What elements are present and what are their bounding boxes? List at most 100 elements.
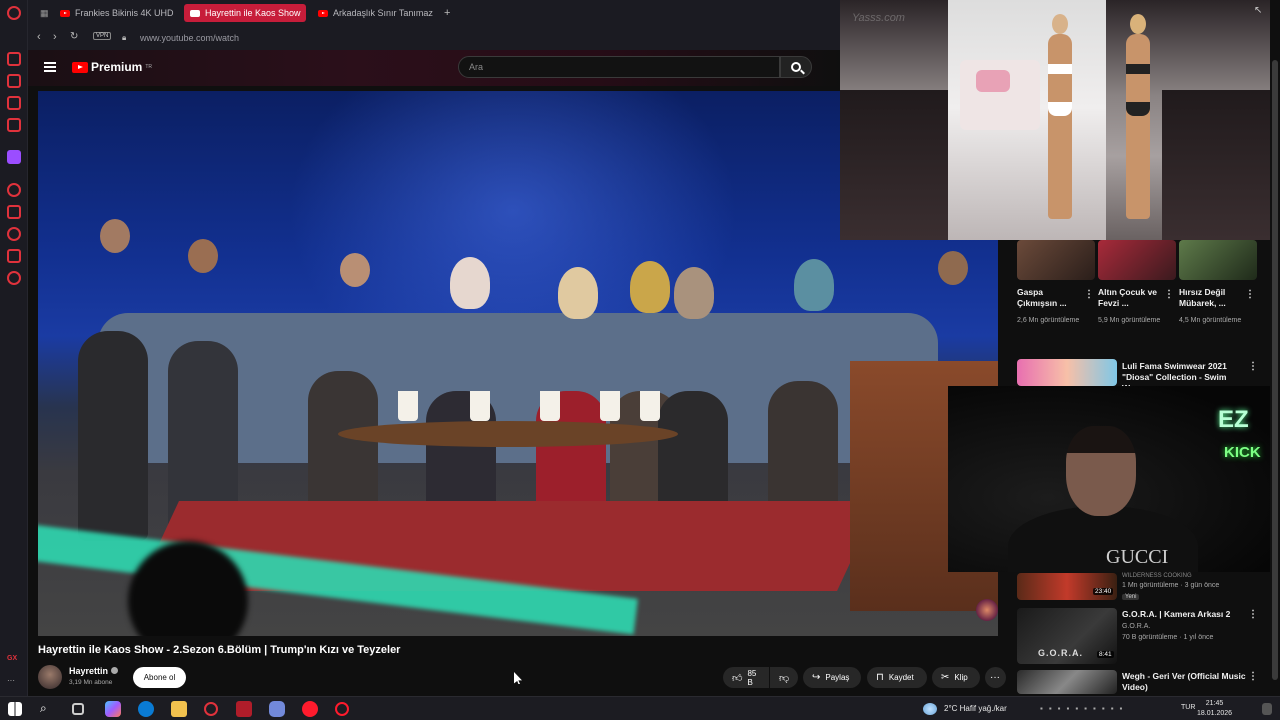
rec-thumb[interactable]: [1179, 240, 1257, 280]
video-table: [338, 421, 678, 447]
scrollbar-thumb[interactable]: [1272, 60, 1278, 680]
sidebar-ai-icon[interactable]: [7, 52, 21, 66]
sidebar-settings-icon[interactable]: [7, 271, 21, 285]
model-head: [1052, 14, 1068, 34]
sidebar-history-icon[interactable]: [7, 118, 21, 132]
rec-thumb[interactable]: [1098, 240, 1176, 280]
more-icon[interactable]: ⋮: [1245, 289, 1255, 300]
save-label: Kaydet: [888, 673, 914, 682]
sidebar-bookmarks-icon[interactable]: [7, 74, 21, 88]
rec-thumb[interactable]: [1017, 573, 1117, 600]
rec-title[interactable]: G.O.R.A. | Kamera Arkası 2: [1122, 609, 1252, 620]
task-view-icon[interactable]: [72, 703, 84, 715]
channel-name-text[interactable]: Hayrettin: [69, 666, 108, 676]
weather-text[interactable]: 2°C Hafif yağ./kar: [944, 704, 1007, 713]
copilot-icon[interactable]: [105, 701, 121, 717]
sidebar-clock-icon[interactable]: [7, 227, 21, 241]
tray-icons[interactable]: ▪▪▪▪▪▪▪▪▪▪: [1040, 704, 1128, 713]
vpn-badge[interactable]: VPN: [93, 32, 112, 40]
opera-gx-active-icon[interactable]: [335, 702, 349, 716]
rec-thumb[interactable]: [1017, 359, 1117, 386]
overlay-close-icon[interactable]: ↖: [1254, 5, 1262, 16]
tab-frankies[interactable]: Frankies Bikinis 4K UHD S: [54, 4, 176, 22]
shirt-logo: GUCCI: [1106, 546, 1169, 568]
tab-hayrettin[interactable]: Hayrettin ile Kaos Show: [184, 4, 306, 22]
clip-button[interactable]: ✂ Klip: [932, 667, 980, 688]
lock-icon[interactable]: 🔒︎: [122, 33, 126, 43]
reload-icon[interactable]: ↻: [70, 31, 78, 42]
menu-icon[interactable]: [44, 62, 56, 72]
thumbs-down-icon: 👎︎: [779, 672, 790, 684]
logo-region: TR: [145, 64, 153, 70]
file-explorer-icon[interactable]: [171, 701, 187, 717]
dislike-button[interactable]: 👎︎: [770, 667, 798, 688]
search-button[interactable]: [780, 56, 812, 78]
scissors-icon: ✂: [941, 672, 950, 683]
opera-logo-icon[interactable]: [7, 6, 21, 20]
model-bottom: [1126, 102, 1150, 116]
model-top: [1126, 64, 1150, 74]
runway-watermark: Yasss.com: [852, 12, 905, 24]
save-button[interactable]: ⊓ Kaydet: [867, 667, 927, 688]
weather-icon[interactable]: [923, 703, 937, 715]
sidebar-player-icon[interactable]: [7, 183, 21, 197]
more-icon[interactable]: ⋮: [1248, 361, 1258, 372]
rec-meta: 70 B görüntüleme · 1 yıl önce: [1122, 634, 1214, 641]
notification-icon[interactable]: [1262, 703, 1272, 715]
subscribe-button[interactable]: Abone ol: [133, 667, 186, 688]
opera-gx-icon[interactable]: [204, 702, 218, 716]
youtube-favicon-icon: [60, 9, 70, 17]
discord-icon[interactable]: [269, 701, 285, 717]
more-icon[interactable]: ⋮: [1248, 609, 1258, 620]
sidebar-messenger-icon[interactable]: [7, 96, 21, 110]
neon-sign-ez: EZ: [1218, 406, 1249, 433]
rec-meta: 2,6 Mn görüntüleme: [1017, 317, 1080, 324]
sidebar-pin-icon[interactable]: [7, 205, 21, 219]
rec-thumb[interactable]: [1017, 240, 1095, 280]
share-button[interactable]: ↪ Paylaş: [803, 667, 861, 688]
guest-scarf: [794, 259, 834, 311]
channel-avatar[interactable]: [38, 665, 62, 689]
rec-title[interactable]: Wegh - Geri Ver (Official Music Video): [1122, 671, 1252, 693]
rec-title-line: Luli Fama Swimwear 2021: [1122, 361, 1227, 371]
channel-watermark-icon[interactable]: [976, 599, 998, 621]
channel-name[interactable]: Hayrettin: [69, 666, 119, 676]
rec-meta: 4,5 Mn görüntüleme: [1179, 317, 1242, 324]
sidebar-more-icon[interactable]: ···: [7, 676, 21, 690]
gx-icon[interactable]: GX: [7, 655, 21, 669]
back-icon[interactable]: ‹: [37, 31, 41, 43]
more-icon[interactable]: ⋮: [1248, 671, 1258, 682]
clock-time: 21:45: [1205, 700, 1224, 707]
edge-icon[interactable]: [138, 701, 154, 717]
voicemod-icon[interactable]: [236, 701, 252, 717]
search-input[interactable]: Ara: [458, 56, 780, 78]
more-actions-button[interactable]: ···: [985, 667, 1006, 688]
system-clock[interactable]: 21:45 18.01.2026: [1197, 699, 1232, 719]
rec-thumb[interactable]: [1017, 670, 1117, 694]
more-icon[interactable]: ⋮: [1164, 289, 1174, 300]
model-bottom: [1048, 102, 1072, 116]
rec-title[interactable]: Hırsız Değil Mübarek, ...: [1179, 287, 1243, 309]
tab-grid-icon[interactable]: ▦: [34, 4, 48, 22]
url-field[interactable]: www.youtube.com/watch: [140, 33, 239, 43]
forward-icon[interactable]: ›: [53, 31, 57, 43]
new-tab-button[interactable]: +: [438, 4, 452, 22]
windows-start-icon[interactable]: [8, 702, 22, 716]
desktop-screen: GX ··· ▦ Frankies Bikinis 4K UHD S Hayre…: [0, 0, 1280, 720]
like-button[interactable]: 👍︎ 85 B: [723, 667, 769, 688]
tab-arkadaslik[interactable]: Arkadaşlık Sınır Tanımaz M: [312, 4, 434, 22]
rec-channel[interactable]: G.O.R.A.: [1122, 622, 1252, 632]
guest-scarf: [558, 267, 598, 319]
rec-title[interactable]: Altın Çocuk ve Fevzi ...: [1098, 287, 1162, 309]
opera-icon[interactable]: [302, 701, 318, 717]
search-icon[interactable]: ⌕: [40, 701, 56, 717]
sidebar-extensions-icon[interactable]: [7, 249, 21, 263]
youtube-logo[interactable]: Premium TR: [72, 60, 152, 74]
rec-meta: 5,9 Mn görüntüleme: [1098, 317, 1161, 324]
rec-title[interactable]: Gaspa Çıkmışsın ...: [1017, 287, 1081, 309]
more-icon[interactable]: ⋮: [1084, 289, 1094, 300]
model-body: [1126, 34, 1150, 219]
tab-label: Hayrettin ile Kaos Show: [205, 8, 301, 18]
twitch-icon[interactable]: [7, 150, 21, 164]
language-indicator[interactable]: TUR: [1181, 704, 1195, 711]
